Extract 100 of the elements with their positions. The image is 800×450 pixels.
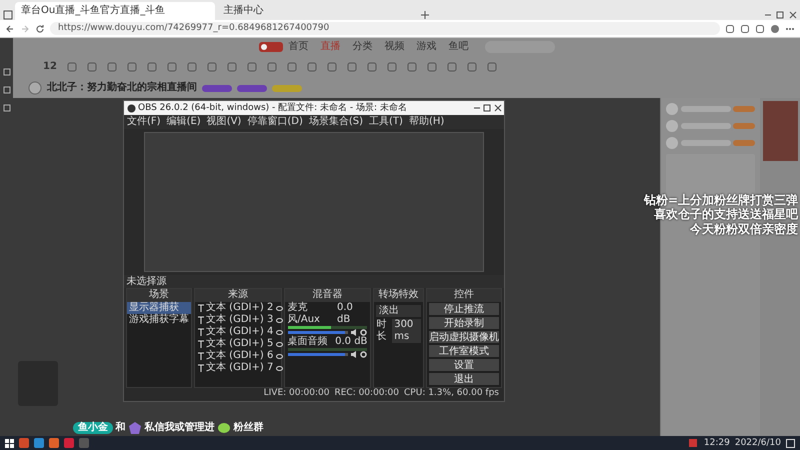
- volume-slider[interactable]: [288, 331, 346, 334]
- nav-link[interactable]: 视频: [378, 41, 410, 53]
- tag-icon: [272, 84, 302, 92]
- rank-badge: [733, 140, 755, 146]
- text-source-icon: [198, 364, 204, 372]
- username-bar: [680, 123, 730, 129]
- overlay-text: 喜欢仓子的支持送送福星吧: [653, 207, 798, 222]
- control-button[interactable]: 停止推流: [429, 303, 499, 315]
- app-icon[interactable]: [466, 62, 477, 72]
- app-icon[interactable]: [206, 62, 217, 72]
- stream-title: 北北子：努力勤奋北的宗相直播间: [47, 82, 197, 94]
- follow-count: 12: [43, 61, 57, 73]
- close-icon[interactable]: [494, 104, 502, 112]
- sidebar-icon[interactable]: [2, 68, 10, 76]
- menu-item[interactable]: 停靠窗口(D): [244, 116, 306, 128]
- scene-item[interactable]: 游戏捕获字幕: [127, 314, 191, 326]
- menu-item[interactable]: 文件(F): [124, 116, 164, 128]
- maximize-icon[interactable]: [483, 104, 491, 112]
- user-avatar: [666, 120, 678, 132]
- notification-icon[interactable]: [786, 438, 795, 448]
- source-item[interactable]: 文本 (GDI+) 4: [206, 326, 274, 338]
- app-icon[interactable]: [306, 62, 317, 72]
- control-button[interactable]: 启动虚拟摄像机: [429, 331, 499, 343]
- app-icon[interactable]: [86, 62, 97, 72]
- app-icon[interactable]: [126, 62, 137, 72]
- scene-item[interactable]: 显示器捕获: [127, 302, 191, 314]
- source-item[interactable]: 文本 (GDI+) 3: [206, 314, 274, 326]
- menu-item[interactable]: 场景集合(S): [306, 116, 366, 128]
- control-button[interactable]: 退出: [429, 373, 499, 385]
- volume-slider[interactable]: [288, 353, 346, 356]
- username-bar: [680, 140, 730, 146]
- settings-icon[interactable]: [360, 351, 368, 358]
- back-icon[interactable]: [5, 24, 15, 34]
- profile-icon[interactable]: [770, 24, 780, 34]
- nav-link[interactable]: 分类: [346, 41, 378, 53]
- address-field[interactable]: https://www.douyu.com/74269977_r=0.6849681267400790: [50, 22, 720, 35]
- app-icon[interactable]: [426, 62, 437, 72]
- app-icon[interactable]: [406, 62, 417, 72]
- duration-field[interactable]: 300 ms: [392, 319, 420, 343]
- close-icon[interactable]: [788, 10, 798, 20]
- app-icon[interactable]: [286, 62, 297, 72]
- settings-icon[interactable]: [360, 329, 368, 336]
- app-icon[interactable]: [326, 62, 337, 72]
- control-button[interactable]: 设置: [429, 359, 499, 371]
- menu-item[interactable]: 工具(T): [366, 116, 406, 128]
- sidebar-icon[interactable]: [2, 86, 10, 94]
- channel-name: 桌面音频: [288, 336, 328, 348]
- user-avatar: [666, 103, 678, 115]
- nav-link[interactable]: 鱼吧: [442, 41, 474, 53]
- start-icon[interactable]: [5, 438, 14, 448]
- nav-link[interactable]: 首页: [282, 41, 314, 53]
- menu-item[interactable]: 编辑(E): [164, 116, 204, 128]
- control-button[interactable]: 开始录制: [429, 317, 499, 329]
- source-item[interactable]: 文本 (GDI+) 6: [206, 350, 274, 362]
- app-icon[interactable]: [226, 62, 237, 72]
- window-title: OBS 26.0.2 (64-bit, windows) - 配置文件: 未命名 - 场景: 未命名: [138, 102, 408, 114]
- forward-icon[interactable]: [20, 24, 30, 34]
- dock-title: 场景: [127, 289, 191, 302]
- app-icon[interactable]: [166, 62, 177, 72]
- source-item[interactable]: 文本 (GDI+) 7: [206, 362, 274, 374]
- channel-reading: 0.0 dB: [335, 336, 368, 348]
- dock-title: 来源: [195, 289, 281, 302]
- source-item[interactable]: 文本 (GDI+) 2: [206, 302, 274, 314]
- avatar-icon: [28, 81, 42, 95]
- user-avatar: [666, 137, 678, 149]
- dock-title: 转场特效: [374, 289, 423, 302]
- reload-icon[interactable]: [35, 24, 45, 34]
- app-icon[interactable]: [246, 62, 257, 72]
- logo-icon[interactable]: [258, 41, 282, 53]
- app-icon[interactable]: [186, 62, 197, 72]
- app-icon[interactable]: [446, 62, 457, 72]
- app-icon[interactable]: [386, 62, 397, 72]
- sidebar-icon[interactable]: [2, 104, 10, 112]
- browser-tab[interactable]: 章台Ou直播_斗鱼官方直播_斗鱼: [15, 2, 215, 20]
- text-source-icon: [198, 316, 204, 324]
- tray-icon[interactable]: [688, 439, 699, 447]
- banner-text: 和: [116, 422, 126, 434]
- tab-actions-icon[interactable]: [2, 10, 12, 20]
- app-icon[interactable]: [366, 62, 377, 72]
- text-source-icon: [198, 304, 204, 312]
- status-text: LIVE: 00:00:00: [264, 388, 330, 400]
- nav-link[interactable]: 游戏: [410, 41, 442, 53]
- app-icon[interactable]: [266, 62, 277, 72]
- control-button[interactable]: 工作室模式: [429, 345, 499, 357]
- text-source-icon: [198, 340, 204, 348]
- source-item[interactable]: 文本 (GDI+) 5: [206, 338, 274, 350]
- ad-banner[interactable]: [762, 100, 798, 160]
- app-icon[interactable]: [146, 62, 157, 72]
- tag-icon: [202, 84, 232, 92]
- app-icon[interactable]: [346, 62, 357, 72]
- maximize-icon[interactable]: [775, 10, 785, 20]
- menu-item[interactable]: 视图(V): [204, 116, 244, 128]
- app-icon[interactable]: [106, 62, 117, 72]
- menu-item[interactable]: 帮助(H): [406, 116, 448, 128]
- transition-select[interactable]: 淡出: [376, 304, 420, 316]
- app-icon[interactable]: [66, 62, 77, 72]
- new-tab-icon[interactable]: [420, 10, 430, 20]
- status-text: CPU: 1.3%, 60.00 fps: [404, 388, 499, 400]
- app-icon[interactable]: [486, 62, 497, 72]
- browser-tab[interactable]: 主播中心: [218, 2, 418, 20]
